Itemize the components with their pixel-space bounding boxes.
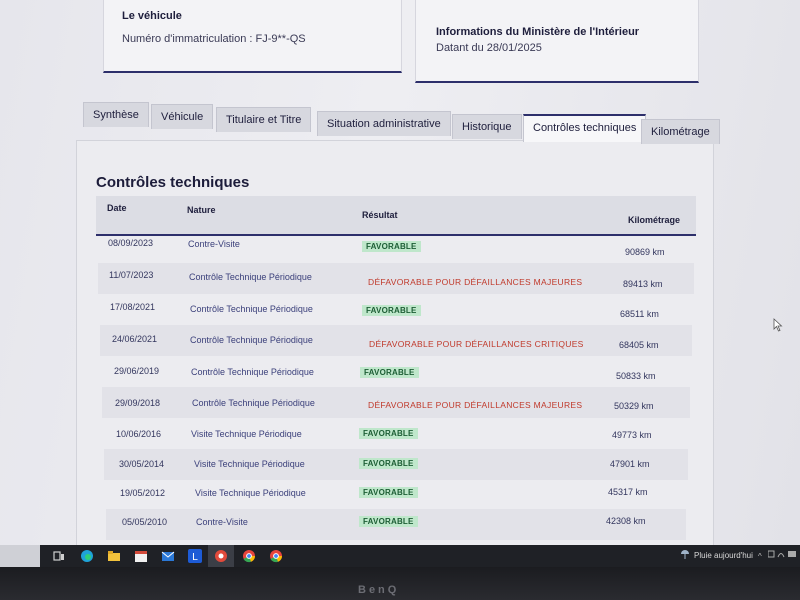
row-nature: Contre-Visite [188,239,240,249]
row-mileage: 68511 km [620,309,659,319]
row-mileage: 49773 km [612,430,652,440]
row-nature: Visite Technique Périodique [195,488,306,498]
table-row: 30/05/2014 Visite Technique Périodique F… [104,449,688,480]
table-row: 19/05/2012 Visite Technique Périodique F… [105,479,687,510]
registration-number: Numéro d'immatriculation : FJ-9**-QS [122,33,306,45]
row-date: 24/06/2021 [112,334,158,344]
row-date: 19/05/2012 [120,488,166,498]
mail-icon[interactable] [161,549,175,563]
row-nature: Visite Technique Périodique [194,459,305,469]
result-unfavorable: DÉFAVORABLE POUR DÉFAILLANCES CRITIQUES [369,339,584,349]
table-row: 08/09/2023 Contre-Visite FAVORABLE 90869… [97,232,695,263]
row-date: 29/06/2019 [114,366,160,376]
row-mileage: 89413 km [623,279,663,289]
row-mileage: 90869 km [625,247,665,257]
row-mileage: 47901 km [610,459,650,469]
browser-viewport: Le véhicule Numéro d'immatriculation : F… [0,0,800,545]
row-date: 05/05/2010 [122,517,168,527]
table-row: 05/05/2010 Contre-Visite FAVORABLE 42308… [106,509,686,540]
table-row: 24/06/2021 Contrôle Technique Périodique… [100,325,692,356]
row-date: 08/09/2023 [108,238,154,248]
column-result: Résultat [362,210,398,220]
section-title: Contrôles techniques [96,174,250,191]
tab-titulaire[interactable]: Titulaire et Titre [216,107,312,132]
row-date: 29/09/2018 [115,398,161,408]
l-app-icon[interactable]: L [188,549,202,563]
row-nature: Contrôle Technique Périodique [191,367,314,377]
row-date: 30/05/2014 [119,459,165,469]
result-unfavorable: DÉFAVORABLE POUR DÉFAILLANCES MAJEURES [368,277,583,287]
column-date: Date [107,203,127,213]
tray-chevron-icon[interactable]: ^ [758,552,762,561]
row-nature: Contrôle Technique Périodique [192,398,315,408]
monitor-bezel [0,567,800,600]
weather-text[interactable]: Pluie aujourd'hui [694,551,753,560]
row-mileage: 50329 km [614,401,654,411]
result-badge-favorable: FAVORABLE [359,428,418,439]
result-badge-favorable: FAVORABLE [359,516,418,527]
edge-icon[interactable] [80,549,94,563]
row-date: 10/06/2016 [116,429,162,439]
table-header: Date Nature Résultat Kilométrage [96,196,696,236]
row-nature: Visite Technique Périodique [191,429,302,439]
calendar-icon[interactable] [134,549,148,563]
row-nature: Contrôle Technique Périodique [190,335,313,345]
tab-controles-techniques[interactable]: Contrôles techniques [523,114,647,142]
ministry-card: Informations du Ministère de l'Intérieur… [415,0,699,83]
result-badge-favorable: FAVORABLE [362,241,421,252]
mouse-cursor-icon [773,318,783,332]
table-row: 11/07/2023 Contrôle Technique Périodique… [98,263,694,294]
column-mileage: Kilométrage [628,215,681,225]
row-nature: Contrôle Technique Périodique [189,272,312,282]
table-row: 29/09/2018 Contrôle Technique Périodique… [102,387,690,418]
vehicle-card-title: Le véhicule [122,10,182,22]
table-row: 29/06/2019 Contrôle Technique Périodique… [101,356,691,387]
row-nature: Contrôle Technique Périodique [190,304,313,314]
tab-synthese[interactable]: Synthèse [83,102,149,127]
table-row: 17/08/2021 Contrôle Technique Périodique… [99,294,693,325]
weather-rain-icon[interactable] [679,548,691,560]
row-mileage: 45317 km [608,487,648,497]
file-explorer-icon[interactable] [107,549,121,563]
tab-kilometrage[interactable]: Kilométrage [641,119,720,144]
row-mileage: 68405 km [619,340,659,350]
row-date: 11/07/2023 [109,270,154,280]
result-badge-favorable: FAVORABLE [360,367,419,378]
ministry-card-date: Datant du 28/01/2025 [436,42,542,54]
task-view-icon[interactable] [52,549,66,563]
vehicle-card: Le véhicule Numéro d'immatriculation : F… [103,0,402,73]
result-badge-favorable: FAVORABLE [359,487,418,498]
svg-text:L: L [192,552,198,563]
tab-vehicule[interactable]: Véhicule [151,104,214,129]
chrome-icon[interactable] [242,549,256,563]
row-nature: Contre-Visite [196,517,248,527]
row-mileage: 50833 km [616,371,656,381]
row-mileage: 42308 km [606,516,646,526]
tab-historique[interactable]: Historique [452,114,522,139]
table-row: 10/06/2016 Visite Technique Périodique F… [103,418,689,449]
result-badge-favorable: FAVORABLE [362,305,421,316]
monitor-brand-logo: BenQ [358,584,400,596]
system-tray-icons[interactable] [768,549,798,559]
result-badge-favorable: FAVORABLE [359,458,418,469]
chrome-red-icon[interactable] [214,549,228,563]
ministry-card-title: Informations du Ministère de l'Intérieur [436,26,640,38]
chrome-icon-2[interactable] [269,549,283,563]
result-unfavorable: DÉFAVORABLE POUR DÉFAILLANCES MAJEURES [368,400,583,410]
column-nature: Nature [187,205,216,215]
row-date: 17/08/2021 [110,302,156,312]
tab-situation-administrative[interactable]: Situation administrative [317,111,451,136]
